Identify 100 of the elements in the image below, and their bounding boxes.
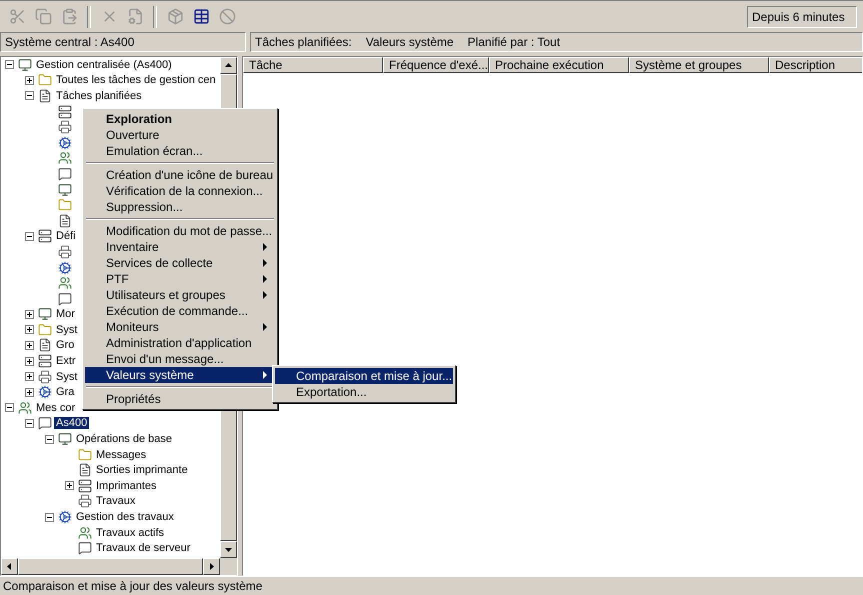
collapse-button[interactable] [45,512,54,522]
expand-button[interactable] [25,325,34,334]
folder-icon [78,448,92,462]
horizontal-scrollbar[interactable] [1,558,220,575]
expand-button[interactable] [25,372,34,382]
document-icon [38,88,52,103]
tree-item[interactable]: Tâches planifiées [54,90,144,102]
gear-icon[interactable] [58,136,72,150]
message-icon[interactable] [58,292,72,306]
right-arrow-icon [208,563,215,570]
monitor-icon [18,58,32,72]
tree-item[interactable]: As400 [54,417,90,430]
printer-icon [78,494,92,508]
tree-item[interactable]: Messages [94,448,148,461]
collapse-button[interactable] [25,232,34,241]
menu-item[interactable]: Moniteurs [85,319,275,335]
expand-button[interactable] [25,356,34,366]
message-icon [38,416,52,430]
printer-icon[interactable] [58,244,72,259]
tree-item[interactable]: Opérations de base [74,433,174,446]
message-icon[interactable] [58,166,72,181]
tree-item[interactable]: Travaux actifs [94,526,166,539]
tree-item[interactable]: Toutes les tâches de gestion cen [54,74,218,86]
collapse-button[interactable] [45,434,54,444]
menu-item[interactable]: Inventaire [85,239,275,255]
elapsed-time: Depuis 6 minutes [747,6,857,28]
menu-item[interactable]: Création d'une icône de bureau [85,167,275,183]
tree-item[interactable]: Syst [54,324,80,336]
plus-icon [26,358,33,365]
collapse-button[interactable] [5,403,14,412]
printer-icon[interactable] [58,120,72,134]
plus-icon [26,388,33,396]
document-icon [38,338,52,352]
message-icon [78,541,92,556]
menu-item[interactable]: Ouverture [85,127,275,143]
column-header[interactable]: Tâche [243,57,383,73]
tree-item[interactable]: Mes cor [34,402,78,414]
menu-item[interactable]: Envoi d'un message... [85,351,275,367]
monitor-icon [38,307,52,322]
menu-item[interactable]: PTF [85,271,275,287]
folder-icon [38,322,52,337]
server-icon[interactable] [58,104,72,119]
status-text: Comparaison et mise à jour des valeurs système [0,576,863,595]
document-icon[interactable] [58,214,72,228]
menu-item[interactable]: Exécution de commande... [85,303,275,319]
tree-item[interactable]: Gestion centralisée (As400) [34,58,174,71]
pane-header: Système central : As400 [0,32,246,52]
column-header[interactable]: Prochaine exécution [489,57,629,73]
expand-button[interactable] [25,388,34,397]
collapse-button[interactable] [25,418,34,428]
menu-item[interactable]: Exploration [85,111,275,127]
expand-button[interactable] [25,310,34,319]
gear-icon [38,385,52,400]
collapse-button[interactable] [25,91,34,100]
users-icon[interactable] [58,151,72,166]
column-header[interactable]: Description [769,57,862,73]
server-icon [38,354,52,368]
tree-item[interactable]: Syst [54,370,80,383]
down-arrow-icon [225,546,232,553]
up-arrow-icon [225,62,232,69]
tree-item[interactable]: Gra [54,386,76,398]
tree-item[interactable]: Imprimantes [94,480,159,492]
plus-icon [26,326,33,334]
pane-header: Tâches planifiées: Valeurs système Planifié par : Tout [250,32,863,52]
tree-item[interactable]: Gro [54,339,76,352]
collapse-button[interactable] [5,60,14,70]
menu-item[interactable]: Exportation... [275,384,453,400]
tree-item[interactable]: Travaux de serveur [94,542,192,554]
monitor-icon[interactable] [58,182,72,197]
menu-item[interactable]: Propriétés [85,391,275,407]
column-header[interactable]: Système et groupes [629,57,769,73]
tree-item[interactable]: Mor [54,308,77,320]
menu-item[interactable]: Services de collecte [85,255,275,271]
expand-button[interactable] [65,481,74,490]
scrollbar-thumb[interactable] [18,558,203,575]
gear-icon [58,510,72,524]
server-icon [38,229,52,244]
tree-item[interactable]: Gestion des travaux [74,511,176,524]
left-arrow-icon [6,563,13,570]
menu-item[interactable]: Administration d'application [85,335,275,351]
menu-item[interactable]: Comparaison et mise à jour... [275,368,453,384]
tree-item[interactable]: Travaux [94,495,138,508]
menu-item[interactable]: Valeurs système [85,367,275,383]
folder-icon [38,73,52,88]
menu-item[interactable]: Vérification de la connexion... [85,183,275,199]
menu-item[interactable]: Emulation écran... [85,143,275,159]
users-icon[interactable] [58,276,72,290]
document-icon [78,463,92,478]
expand-button[interactable] [25,76,34,85]
tree-item[interactable]: Extr [54,355,78,368]
menu-item[interactable]: Utilisateurs et groupes [85,287,275,303]
menu-item[interactable]: Modification du mot de passe... [85,223,275,239]
column-header[interactable]: Fréquence d'exé... [383,57,489,73]
users-icon [18,400,32,415]
tree-item[interactable]: Sorties imprimante [94,464,190,476]
menu-item[interactable]: Suppression... [85,199,275,215]
gear-icon[interactable] [58,260,72,275]
expand-button[interactable] [25,340,34,350]
tree-item[interactable]: Défi [54,230,78,242]
users-icon [78,526,92,540]
